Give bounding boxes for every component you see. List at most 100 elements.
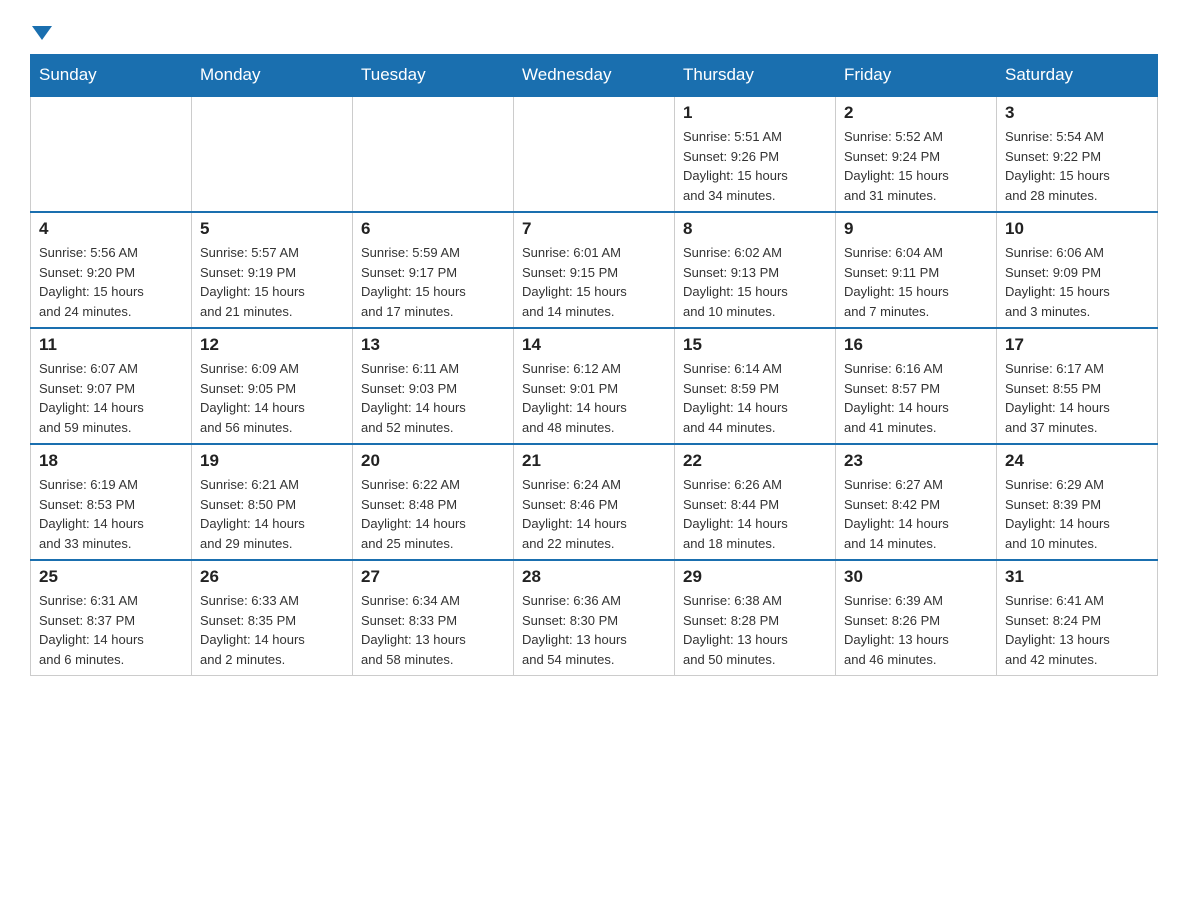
day-cell: 8 Sunrise: 6:02 AMSunset: 9:13 PMDaylight… [675, 212, 836, 328]
header-tuesday: Tuesday [353, 55, 514, 97]
page-header [30, 20, 1158, 44]
day-cell: 20 Sunrise: 6:22 AMSunset: 8:48 PMDayligh… [353, 444, 514, 560]
day-number: 11 [39, 335, 183, 355]
day-info: Sunrise: 6:36 AMSunset: 8:30 PMDaylight:… [522, 591, 666, 669]
day-number: 3 [1005, 103, 1149, 123]
day-number: 10 [1005, 219, 1149, 239]
day-info: Sunrise: 6:22 AMSunset: 8:48 PMDaylight:… [361, 475, 505, 553]
day-info: Sunrise: 6:07 AMSunset: 9:07 PMDaylight:… [39, 359, 183, 437]
day-info: Sunrise: 6:31 AMSunset: 8:37 PMDaylight:… [39, 591, 183, 669]
day-info: Sunrise: 6:39 AMSunset: 8:26 PMDaylight:… [844, 591, 988, 669]
day-number: 13 [361, 335, 505, 355]
header-thursday: Thursday [675, 55, 836, 97]
day-info: Sunrise: 6:06 AMSunset: 9:09 PMDaylight:… [1005, 243, 1149, 321]
header-sunday: Sunday [31, 55, 192, 97]
day-info: Sunrise: 6:41 AMSunset: 8:24 PMDaylight:… [1005, 591, 1149, 669]
day-info: Sunrise: 6:16 AMSunset: 8:57 PMDaylight:… [844, 359, 988, 437]
day-info: Sunrise: 6:11 AMSunset: 9:03 PMDaylight:… [361, 359, 505, 437]
day-number: 8 [683, 219, 827, 239]
day-number: 23 [844, 451, 988, 471]
day-number: 12 [200, 335, 344, 355]
day-info: Sunrise: 6:04 AMSunset: 9:11 PMDaylight:… [844, 243, 988, 321]
day-info: Sunrise: 5:51 AMSunset: 9:26 PMDaylight:… [683, 127, 827, 205]
week-row-5: 25 Sunrise: 6:31 AMSunset: 8:37 PMDayligh… [31, 560, 1158, 676]
day-cell: 3 Sunrise: 5:54 AMSunset: 9:22 PMDaylight… [997, 96, 1158, 212]
day-number: 20 [361, 451, 505, 471]
day-number: 14 [522, 335, 666, 355]
day-number: 28 [522, 567, 666, 587]
calendar-table: Sunday Monday Tuesday Wednesday Thursday… [30, 54, 1158, 676]
day-cell: 31 Sunrise: 6:41 AMSunset: 8:24 PMDayligh… [997, 560, 1158, 676]
day-cell [192, 96, 353, 212]
day-info: Sunrise: 6:38 AMSunset: 8:28 PMDaylight:… [683, 591, 827, 669]
day-info: Sunrise: 6:19 AMSunset: 8:53 PMDaylight:… [39, 475, 183, 553]
day-cell: 15Sunrise: 6:14 AMSunset: 8:59 PMDayligh… [675, 328, 836, 444]
day-number: 21 [522, 451, 666, 471]
day-cell: 7 Sunrise: 6:01 AMSunset: 9:15 PMDaylight… [514, 212, 675, 328]
day-info: Sunrise: 5:54 AMSunset: 9:22 PMDaylight:… [1005, 127, 1149, 205]
day-cell: 30 Sunrise: 6:39 AMSunset: 8:26 PMDayligh… [836, 560, 997, 676]
day-info: Sunrise: 6:12 AMSunset: 9:01 PMDaylight:… [522, 359, 666, 437]
day-cell: 1 Sunrise: 5:51 AMSunset: 9:26 PMDaylight… [675, 96, 836, 212]
day-cell: 13 Sunrise: 6:11 AMSunset: 9:03 PMDayligh… [353, 328, 514, 444]
day-number: 26 [200, 567, 344, 587]
day-info: Sunrise: 6:09 AMSunset: 9:05 PMDaylight:… [200, 359, 344, 437]
day-cell: 25 Sunrise: 6:31 AMSunset: 8:37 PMDayligh… [31, 560, 192, 676]
day-number: 2 [844, 103, 988, 123]
day-info: Sunrise: 6:01 AMSunset: 9:15 PMDaylight:… [522, 243, 666, 321]
day-info: Sunrise: 6:33 AMSunset: 8:35 PMDaylight:… [200, 591, 344, 669]
day-number: 5 [200, 219, 344, 239]
day-cell: 12 Sunrise: 6:09 AMSunset: 9:05 PMDayligh… [192, 328, 353, 444]
day-cell: 2Sunrise: 5:52 AMSunset: 9:24 PMDaylight… [836, 96, 997, 212]
week-row-1: 1 Sunrise: 5:51 AMSunset: 9:26 PMDaylight… [31, 96, 1158, 212]
day-info: Sunrise: 6:29 AMSunset: 8:39 PMDaylight:… [1005, 475, 1149, 553]
week-row-4: 18 Sunrise: 6:19 AMSunset: 8:53 PMDayligh… [31, 444, 1158, 560]
weekday-header-row: Sunday Monday Tuesday Wednesday Thursday… [31, 55, 1158, 97]
day-number: 4 [39, 219, 183, 239]
day-cell [353, 96, 514, 212]
day-number: 30 [844, 567, 988, 587]
day-info: Sunrise: 6:24 AMSunset: 8:46 PMDaylight:… [522, 475, 666, 553]
day-cell: 11 Sunrise: 6:07 AMSunset: 9:07 PMDayligh… [31, 328, 192, 444]
day-info: Sunrise: 6:14 AMSunset: 8:59 PMDaylight:… [683, 359, 827, 437]
day-cell: 14 Sunrise: 6:12 AMSunset: 9:01 PMDayligh… [514, 328, 675, 444]
day-cell: 21 Sunrise: 6:24 AMSunset: 8:46 PMDayligh… [514, 444, 675, 560]
week-row-2: 4Sunrise: 5:56 AMSunset: 9:20 PMDaylight… [31, 212, 1158, 328]
day-cell: 19 Sunrise: 6:21 AMSunset: 8:50 PMDayligh… [192, 444, 353, 560]
day-number: 29 [683, 567, 827, 587]
day-info: Sunrise: 6:27 AMSunset: 8:42 PMDaylight:… [844, 475, 988, 553]
day-cell: 28 Sunrise: 6:36 AMSunset: 8:30 PMDayligh… [514, 560, 675, 676]
day-info: Sunrise: 6:26 AMSunset: 8:44 PMDaylight:… [683, 475, 827, 553]
day-cell: 27 Sunrise: 6:34 AMSunset: 8:33 PMDayligh… [353, 560, 514, 676]
day-number: 9 [844, 219, 988, 239]
header-wednesday: Wednesday [514, 55, 675, 97]
day-cell: 29 Sunrise: 6:38 AMSunset: 8:28 PMDayligh… [675, 560, 836, 676]
day-info: Sunrise: 6:02 AMSunset: 9:13 PMDaylight:… [683, 243, 827, 321]
day-cell: 22 Sunrise: 6:26 AMSunset: 8:44 PMDayligh… [675, 444, 836, 560]
day-number: 16 [844, 335, 988, 355]
day-number: 19 [200, 451, 344, 471]
day-cell [514, 96, 675, 212]
day-cell: 26 Sunrise: 6:33 AMSunset: 8:35 PMDayligh… [192, 560, 353, 676]
day-cell: 17Sunrise: 6:17 AMSunset: 8:55 PMDayligh… [997, 328, 1158, 444]
day-cell: 6 Sunrise: 5:59 AMSunset: 9:17 PMDaylight… [353, 212, 514, 328]
day-number: 18 [39, 451, 183, 471]
week-row-3: 11 Sunrise: 6:07 AMSunset: 9:07 PMDayligh… [31, 328, 1158, 444]
day-number: 27 [361, 567, 505, 587]
day-cell: 23 Sunrise: 6:27 AMSunset: 8:42 PMDayligh… [836, 444, 997, 560]
day-number: 7 [522, 219, 666, 239]
day-info: Sunrise: 5:57 AMSunset: 9:19 PMDaylight:… [200, 243, 344, 321]
day-info: Sunrise: 6:34 AMSunset: 8:33 PMDaylight:… [361, 591, 505, 669]
day-number: 31 [1005, 567, 1149, 587]
day-info: Sunrise: 6:21 AMSunset: 8:50 PMDaylight:… [200, 475, 344, 553]
day-number: 1 [683, 103, 827, 123]
day-info: Sunrise: 5:59 AMSunset: 9:17 PMDaylight:… [361, 243, 505, 321]
day-number: 22 [683, 451, 827, 471]
day-number: 25 [39, 567, 183, 587]
logo-triangle-icon [32, 26, 52, 40]
day-cell: 4Sunrise: 5:56 AMSunset: 9:20 PMDaylight… [31, 212, 192, 328]
day-cell: 24Sunrise: 6:29 AMSunset: 8:39 PMDayligh… [997, 444, 1158, 560]
header-saturday: Saturday [997, 55, 1158, 97]
day-cell: 9 Sunrise: 6:04 AMSunset: 9:11 PMDaylight… [836, 212, 997, 328]
day-number: 6 [361, 219, 505, 239]
